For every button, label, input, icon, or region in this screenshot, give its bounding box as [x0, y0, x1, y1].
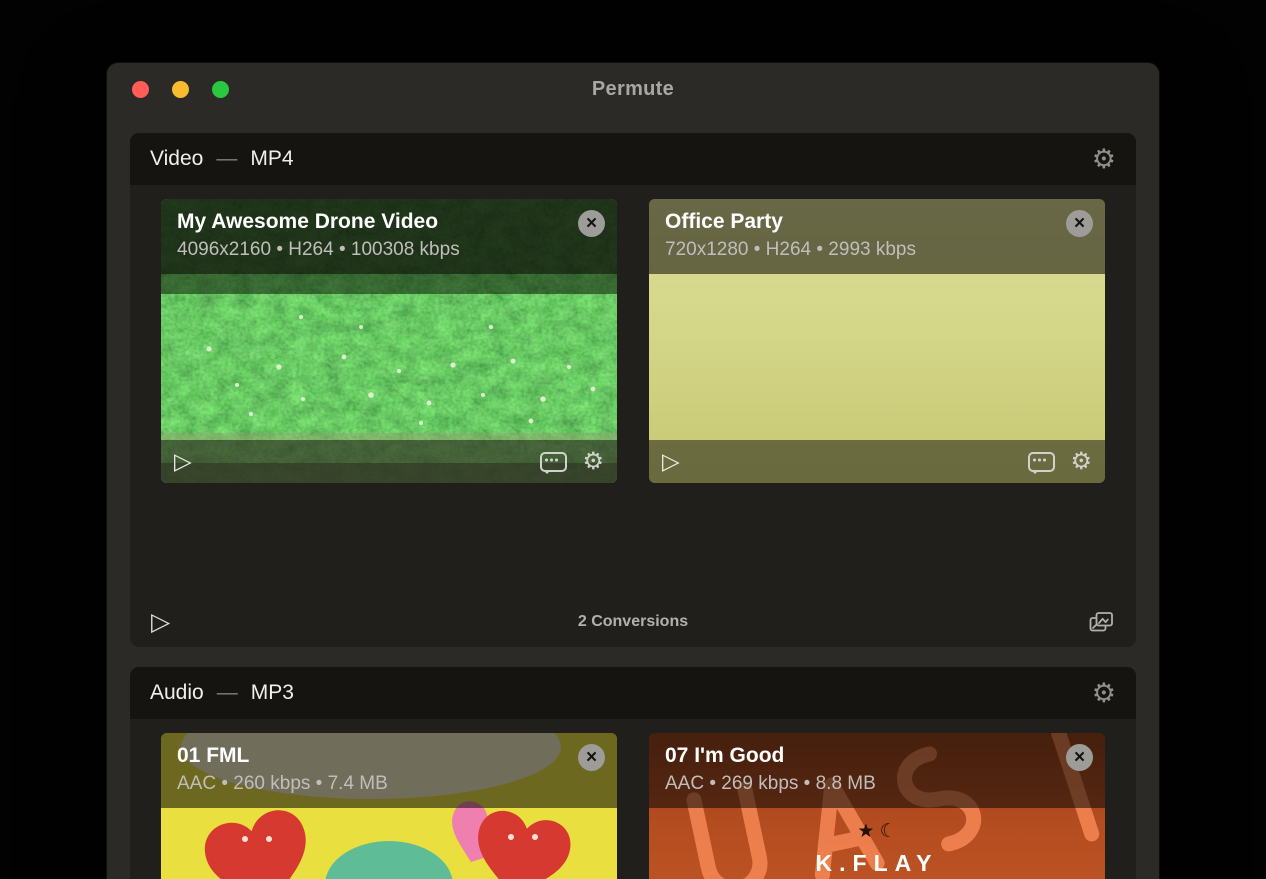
zoom-window-button[interactable]	[212, 81, 229, 98]
media-metadata: 720x1280 • H264 • 2993 kbps	[665, 239, 1045, 261]
start-conversion-button[interactable]: ▷	[151, 610, 170, 635]
item-settings-gear-icon[interactable]: ⚙	[1070, 450, 1092, 474]
subtitles-bubble-icon[interactable]	[540, 452, 567, 472]
artwork-artist-name: K.FLAY	[816, 850, 939, 876]
play-preview-icon[interactable]: ▷	[174, 450, 192, 473]
artwork-symbols: ★ ☾	[857, 821, 896, 842]
video-section-footer: ▷ 2 Conversions	[130, 597, 1136, 647]
item-settings-gear-icon[interactable]: ⚙	[582, 450, 604, 474]
section-settings-gear-icon[interactable]: ⚙	[1092, 146, 1116, 173]
media-card-fml[interactable]: 01 FML AAC • 260 kbps • 7.4 MB × ▷ ⚙	[161, 733, 617, 879]
minimize-window-button[interactable]	[172, 81, 189, 98]
media-metadata: AAC • 269 kbps • 8.8 MB	[665, 773, 1045, 795]
traffic-lights	[132, 63, 229, 115]
media-card-im-good[interactable]: ★ ☾ K.FLAY 07 I'm Good AAC • 269 kbps • …	[649, 733, 1105, 879]
section-separator: —	[217, 681, 238, 705]
section-settings-gear-icon[interactable]: ⚙	[1092, 680, 1116, 707]
video-section: Video — MP4 ⚙	[130, 133, 1136, 647]
section-kind-label: Audio	[150, 681, 204, 705]
media-card-drone-video[interactable]: My Awesome Drone Video 4096x2160 • H264 …	[161, 199, 617, 483]
card-header-overlay: 07 I'm Good AAC • 269 kbps • 8.8 MB	[649, 733, 1105, 808]
titlebar[interactable]: Permute	[107, 63, 1159, 115]
video-cards-list: My Awesome Drone Video 4096x2160 • H264 …	[130, 185, 1136, 597]
audio-cards-list: 01 FML AAC • 260 kbps • 7.4 MB × ▷ ⚙	[130, 719, 1136, 879]
media-metadata: AAC • 260 kbps • 7.4 MB	[177, 773, 557, 795]
section-kind-label: Video	[150, 147, 203, 171]
subtitles-bubble-icon[interactable]	[1028, 452, 1055, 472]
remove-item-button[interactable]: ×	[1066, 744, 1093, 771]
card-toolbar-right: ⚙	[1028, 450, 1092, 474]
card-toolbar-overlay: ▷ ⚙	[649, 440, 1105, 483]
media-title: Office Party	[665, 210, 1045, 234]
remove-item-button[interactable]: ×	[578, 744, 605, 771]
remove-item-button[interactable]: ×	[1066, 210, 1093, 237]
media-title: My Awesome Drone Video	[177, 210, 557, 234]
card-header-overlay: My Awesome Drone Video 4096x2160 • H264 …	[161, 199, 617, 274]
remove-item-button[interactable]: ×	[578, 210, 605, 237]
card-header-overlay: 01 FML AAC • 260 kbps • 7.4 MB	[161, 733, 617, 808]
desktop-background: Permute Video — MP4 ⚙	[0, 0, 1266, 879]
section-format-label[interactable]: MP4	[250, 147, 293, 171]
conversion-count-label: 2 Conversions	[130, 613, 1136, 631]
card-header-overlay: Office Party 720x1280 • H264 • 2993 kbps	[649, 199, 1105, 274]
section-separator: —	[216, 147, 237, 171]
video-section-header: Video — MP4 ⚙	[130, 133, 1136, 185]
media-card-office-party[interactable]: Office Party 720x1280 • H264 • 2993 kbps…	[649, 199, 1105, 483]
card-toolbar-right: ⚙	[540, 450, 604, 474]
window-title: Permute	[592, 78, 674, 101]
close-window-button[interactable]	[132, 81, 149, 98]
media-title: 01 FML	[177, 744, 557, 768]
media-metadata: 4096x2160 • H264 • 100308 kbps	[177, 239, 557, 261]
app-window: Permute Video — MP4 ⚙	[107, 63, 1159, 879]
audio-section: Audio — MP3 ⚙	[130, 667, 1136, 879]
section-format-label[interactable]: MP3	[251, 681, 294, 705]
output-destination-icon[interactable]	[1088, 610, 1115, 635]
media-title: 07 I'm Good	[665, 744, 1045, 768]
play-preview-icon[interactable]: ▷	[662, 450, 680, 473]
audio-section-header: Audio — MP3 ⚙	[130, 667, 1136, 719]
images-stack-icon	[1088, 610, 1115, 635]
card-toolbar-overlay: ▷ ⚙	[161, 440, 617, 483]
